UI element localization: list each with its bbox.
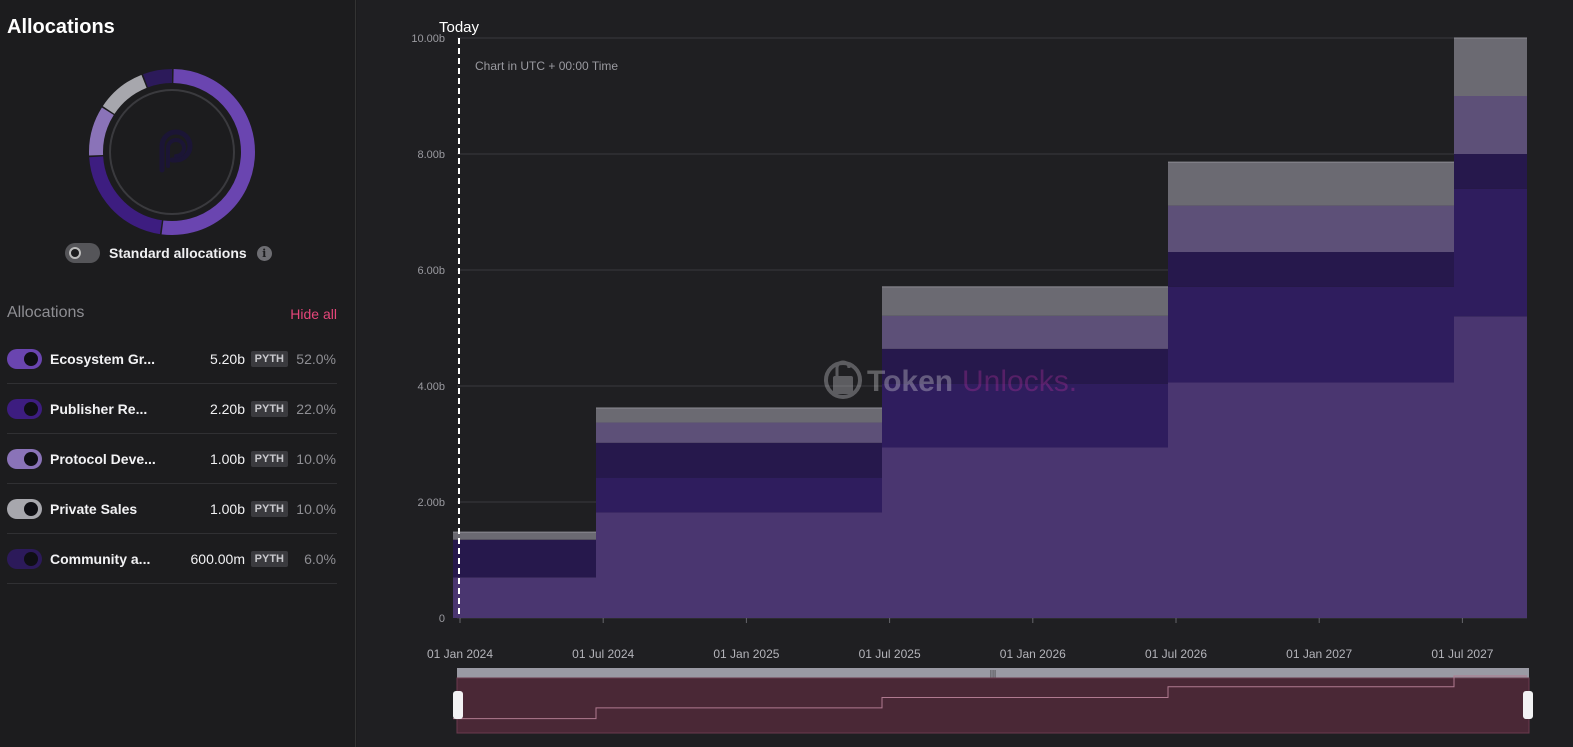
area-segment [1454,316,1527,618]
area-segment [596,512,882,618]
area-segment [596,422,882,443]
info-icon[interactable]: i [256,245,272,261]
hide-all-button[interactable]: Hide all [290,306,337,322]
y-tick-label: 6.00b [417,265,445,277]
allocations-header: Allocations Hide all [7,304,337,326]
private-sales-toggle[interactable] [7,498,42,519]
standard-allocations-label: Standard allocations [109,245,247,261]
area-segment [596,408,882,423]
range-navigator[interactable]: ||| [453,668,1533,734]
community-toggle[interactable] [7,548,42,569]
tokenunlocks-watermark: Token Unlocks. [824,360,1077,399]
lock-icon [833,376,853,394]
allocation-amount: 2.20b [209,400,245,417]
ecosystem-toggle[interactable] [7,348,42,369]
allocation-percent: 6.0% [304,550,336,567]
area-segment [596,442,882,478]
x-tick-label: 01 Jan 2024 [427,647,493,661]
allocation-row-community: Community a... 600.00m PYTH 6.0% [7,534,337,584]
allocation-list: Ecosystem Gr... 5.20b PYTH 52.0% Publish… [7,334,337,584]
allocation-name: Private Sales [50,500,138,517]
x-tick-label: 01 Jan 2025 [713,647,779,661]
y-tick-label: 4.00b [417,381,445,393]
navigator-left-handle[interactable] [453,691,463,719]
allocations-subtitle: Allocations [7,304,85,321]
area-segment [1168,382,1454,618]
x-tick-label: 01 Jan 2026 [1000,647,1066,661]
allocation-amount: 5.20b [209,350,245,367]
y-tick-label: 8.00b [417,149,445,161]
allocation-row-publisher: Publisher Re... 2.20b PYTH 22.0% [7,384,337,434]
allocation-row-ecosystem: Ecosystem Gr... 5.20b PYTH 52.0% [7,334,337,384]
standard-allocations-toggle-row: Standard allocations i [65,242,272,264]
allocation-percent: 22.0% [296,400,336,417]
allocation-name: Community a... [50,550,151,567]
token-badge: PYTH [250,400,288,417]
allocation-percent: 52.0% [296,350,336,367]
x-tick-label: 01 Jul 2025 [859,647,921,661]
area-segment [1454,188,1527,317]
token-badge: PYTH [250,550,288,567]
donut-slice [89,107,114,156]
area-segment [1454,154,1527,189]
donut-slice [102,74,147,115]
area-segment [1168,252,1454,287]
area-segment [882,286,1168,316]
token-badge: PYTH [250,500,288,517]
area-segment [1168,162,1454,206]
publisher-toggle[interactable] [7,398,42,419]
y-tick-label: 2.00b [417,497,445,509]
today-label: Today [439,19,480,36]
y-tick-label: 10.00b [411,33,445,45]
allocation-amount: 1.00b [209,450,245,467]
allocation-percent: 10.0% [296,450,336,467]
area-segment [453,532,596,540]
navigator-right-handle[interactable] [1523,691,1533,719]
area-segment [1168,205,1454,253]
allocation-donut [89,69,255,235]
pyth-logo-icon [159,129,193,173]
standard-allocations-toggle[interactable] [65,243,100,263]
allocation-amount: 600.00m [190,550,245,567]
allocations-panel: Allocations Standard allocations i Alloc… [0,0,356,747]
x-tick-label: 01 Jul 2026 [1145,647,1207,661]
area-segment [882,447,1168,618]
area-segment [1454,96,1527,154]
scrollbar-grip-icon: ||| [990,669,996,678]
panel-title: Allocations [7,16,115,38]
protocol-toggle[interactable] [7,448,42,469]
donut-slice [142,69,173,88]
allocation-row-private-sales: Private Sales 1.00b PYTH 10.0% [7,484,337,534]
token-badge: PYTH [250,350,288,367]
allocation-percent: 10.0% [296,500,336,517]
area-segment [1168,286,1454,383]
area-segment [1454,38,1527,96]
area-segment [596,477,882,513]
chart-note: Chart in UTC + 00:00 Time [475,59,618,73]
area-segment [882,315,1168,349]
allocation-name: Protocol Deve... [50,450,156,467]
allocation-name: Ecosystem Gr... [50,350,156,367]
area-segment [453,539,596,578]
allocation-name: Publisher Re... [50,400,148,417]
allocation-row-protocol: Protocol Deve... 1.00b PYTH 10.0% [7,434,337,484]
watermark-unlocks: Unlocks. [962,365,1077,398]
area-segment [453,577,596,618]
allocation-amount: 1.00b [209,500,245,517]
unlock-schedule-chart: Token Unlocks. Today Chart in UTC + 00:0… [411,19,1533,734]
unlock-chart-area: Token Unlocks. Today Chart in UTC + 00:0… [357,0,1573,747]
watermark-token: Token [867,365,953,398]
x-tick-label: 01 Jul 2027 [1431,647,1493,661]
token-badge: PYTH [250,450,288,467]
y-tick-label: 0 [439,613,445,625]
x-tick-label: 01 Jan 2027 [1286,647,1352,661]
donut-slice [89,156,163,235]
x-tick-label: 01 Jul 2024 [572,647,634,661]
